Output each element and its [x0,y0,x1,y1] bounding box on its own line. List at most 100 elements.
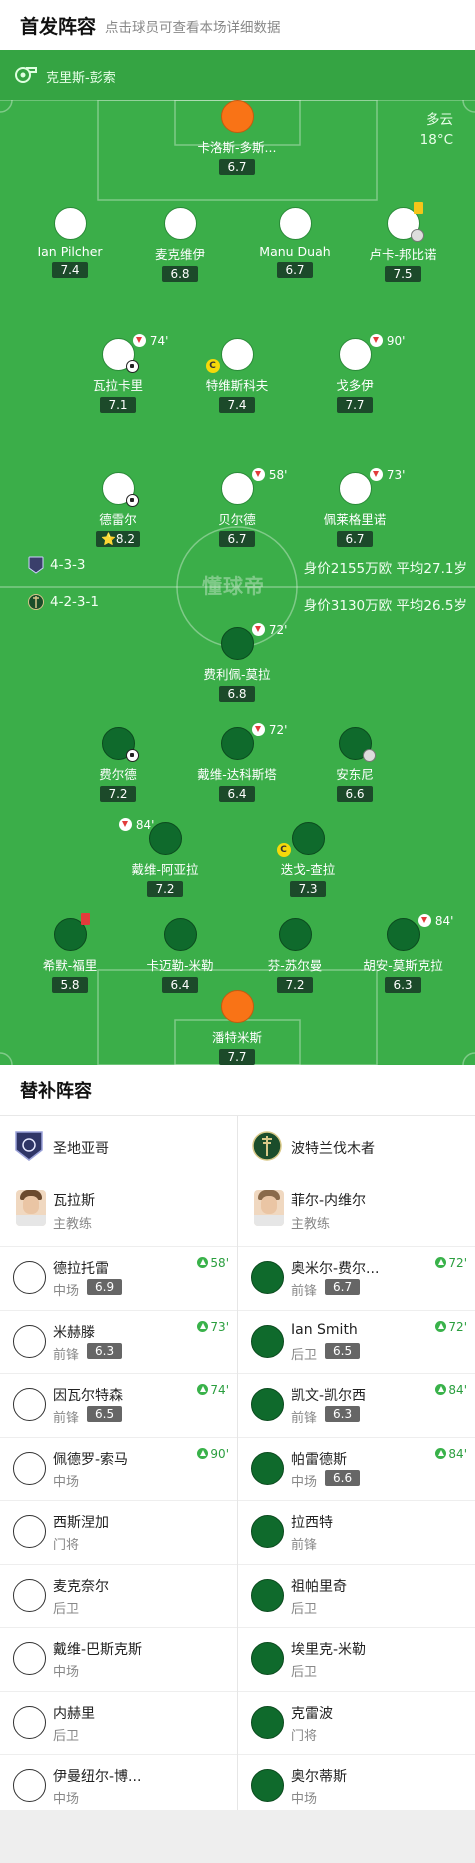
player-rating: 6.8 [162,266,198,282]
player-midfielder-away[interactable]: 戴维-达科斯塔 6.4 72' [177,723,297,802]
player-defender-away[interactable]: 卡迈勒-米勒 6.4 [120,918,240,993]
player-forward-away[interactable]: 费利佩-莫拉 6.8 72' [177,623,297,702]
player-avatar [13,1452,46,1485]
away-sub-row[interactable]: 帕雷德斯 中场 6.6 84' [238,1437,475,1500]
player-defender-away[interactable]: 希默-福里 5.8 [10,913,130,993]
away-sub-row[interactable]: 克雷波 门将 [238,1691,475,1754]
player-marker [386,202,424,242]
home-sub-row[interactable]: 麦克奈尔 后卫 [0,1564,237,1627]
row-divider [0,1627,237,1628]
player-midfielder-away[interactable]: 戴维-阿亚拉 7.2 84' [105,818,225,897]
player-marker [101,727,139,762]
sub-off-event: 84' [119,818,154,832]
red-card-icon [80,913,90,925]
player-midfielder-away[interactable]: 安东尼 6.6 [295,727,415,802]
sub-player-position: 中场 [291,1475,318,1490]
away-sub-row[interactable]: Ian Smith 后卫 6.5 72' [238,1310,475,1373]
player-avatar [13,1706,46,1739]
home-sub-row[interactable]: 西斯涅加 门将 [0,1500,237,1563]
player-marker [386,918,420,951]
away-sub-row[interactable]: 凯文-凯尔西 前锋 6.3 84' [238,1373,475,1436]
player-avatar [251,1261,284,1294]
sub-player-name: 埃里克-米勒 [291,1642,367,1658]
player-rating: 6.7 [219,159,255,175]
player-goalkeeper-away[interactable]: 潘特米斯 7.7 [177,990,297,1065]
player-marker [220,100,254,133]
player-defender-away[interactable]: 胡安-莫斯克拉 6.3 84' [343,914,463,993]
player-defender-home[interactable]: Ian Pilcher 7.4 [10,207,130,278]
sub-on-icon [197,1321,209,1332]
sub-on-minute: 72' [435,1320,467,1334]
player-midfielder-home[interactable]: C 特维斯科夫 7.4 [177,338,297,413]
sub-on-icon [197,1384,209,1395]
home-team-value: 身价2155万欧 平均27.1岁 [303,561,467,577]
sub-off-icon [119,818,132,831]
sub-player-rating: 6.3 [325,1406,361,1422]
home-sub-row[interactable]: 佩德罗-索马 中场 90' [0,1437,237,1500]
player-name: 戈多伊 [336,378,374,393]
player-defender-home[interactable]: 麦克维伊 6.8 [120,207,240,282]
home-sub-row[interactable]: 内赫里 后卫 [0,1691,237,1754]
player-rating: 7.4 [219,397,255,413]
home-sub-row[interactable]: 戴维-巴斯克斯 中场 [0,1627,237,1690]
sub-player-position: 前锋 [291,1411,318,1426]
away-sub-row[interactable]: 奥米尔-费尔... 前锋 6.7 72' [238,1246,475,1309]
row-divider [0,1437,237,1438]
yellow-card-icon [413,202,423,214]
player-defender-home[interactable]: Manu Duah 6.7 [235,207,355,278]
weather-condition: 多云 [426,112,453,128]
sub-off-event: 72' [252,623,287,637]
player-forward-home[interactable]: 佩莱格里诺 6.7 73' [295,468,415,547]
player-name: 芬-苏尔曼 [267,958,323,973]
row-divider [0,1310,237,1311]
home-team-name: 圣地亚哥 [53,1141,109,1157]
home-sub-row[interactable]: 因瓦尔特森 前锋 6.5 74' [0,1373,237,1436]
player-midfielder-home[interactable]: 瓦拉卡里 7.1 74' [58,334,178,413]
away-team-value: 身价3130万欧 平均26.5岁 [303,598,467,614]
sub-off-icon [252,468,265,481]
away-sub-row[interactable]: 祖帕里奇 后卫 [238,1564,475,1627]
player-name: 卡迈勒-米勒 [146,958,214,973]
player-rating: 6.6 [337,786,373,802]
row-divider [0,1691,237,1692]
player-defender-home[interactable]: 卢卡-邦比诺 7.5 [343,202,463,282]
sub-player-position: 中场 [53,1475,80,1490]
home-sub-row[interactable]: 米赫滕 前锋 6.3 73' [0,1310,237,1373]
player-marker: C [205,338,254,373]
home-sub-row[interactable]: 德拉托雷 中场 6.9 58' [0,1246,237,1309]
home-team-header[interactable]: 圣地亚哥 [0,1116,237,1178]
player-midfielder-away[interactable]: 费尔德 7.2 [58,727,178,802]
player-marker [53,207,87,240]
sub-player-name: 佩德罗-索马 [53,1452,129,1468]
sub-off-event: 84' [418,914,453,928]
player-avatar [251,1515,284,1548]
player-name: 戴维-达科斯塔 [197,767,277,782]
player-midfielder-away[interactable]: C 迭戈-查拉 7.3 [248,822,368,897]
away-coach-row[interactable]: 菲尔-内维尔 主教练 [238,1178,475,1246]
home-coach-row[interactable]: 瓦拉斯 主教练 [0,1178,237,1246]
away-sub-row[interactable]: 埃里克-米勒 后卫 [238,1627,475,1690]
player-midfielder-home[interactable]: 戈多伊 7.7 90' [295,334,415,413]
away-sub-row[interactable]: 拉西特 前锋 [238,1500,475,1563]
away-sub-row[interactable]: 奥尔蒂斯 中场 [238,1754,475,1817]
player-goalkeeper-home[interactable]: 卡洛斯-多斯... 6.7 [177,100,297,175]
player-forward-home[interactable]: 贝尔德 6.7 58' [177,468,297,547]
sub-off-event: 58' [252,468,287,482]
sub-on-icon [435,1321,447,1332]
sub-off-icon [418,914,431,927]
sub-player-name: 克雷波 [291,1706,333,1722]
player-avatar [13,1515,46,1548]
player-forward-home[interactable]: 德雷尔 ⭐8.2 [58,472,178,547]
player-avatar [251,1452,284,1485]
player-defender-away[interactable]: 芬-苏尔曼 7.2 [235,918,355,993]
home-team-summary: 4-3-3 身价2155万欧 平均27.1岁 [0,550,475,580]
home-sub-row[interactable]: 伊曼纽尔-博... 中场 [0,1754,237,1817]
sub-off-event: 74' [133,334,168,348]
sub-player-position: 前锋 [53,1411,80,1426]
portland-crest-icon [252,1131,282,1161]
away-team-header[interactable]: 波特兰伐木者 [238,1116,475,1178]
sub-on-minute-text: 84' [448,1447,467,1461]
lineup-header: 首发阵容 点击球员可查看本场详细数据 [0,0,475,50]
player-marker [338,472,372,505]
player-avatar [13,1579,46,1612]
